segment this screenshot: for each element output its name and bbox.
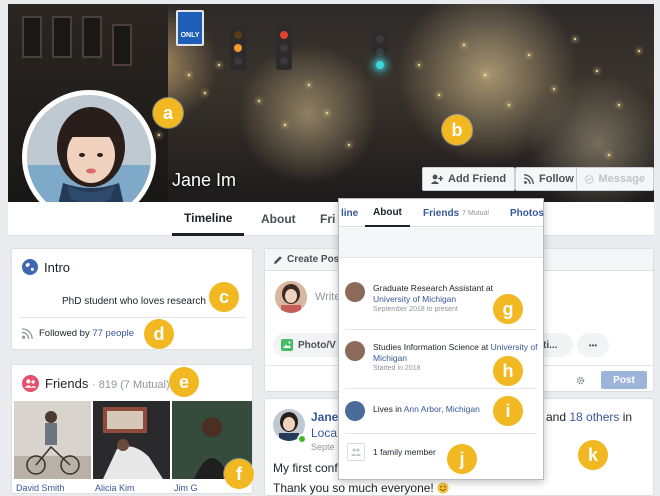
smile-emoji-icon [437, 482, 449, 494]
traffic-light-icon [372, 30, 388, 74]
annotation-badge-f: f [224, 459, 254, 489]
intro-bio: PhD student who loves research [62, 296, 206, 307]
family-icon [347, 443, 365, 461]
friend-name[interactable]: Alicia Kim [95, 483, 135, 493]
add-friend-button[interactable]: Add Friend [422, 167, 516, 191]
post-author-name[interactable]: Jane [311, 410, 338, 424]
about-hover-card: line About Friends 7 Mutual Photos Gradu… [338, 198, 544, 480]
post-text-line: My first conf [273, 461, 338, 475]
annotation-badge-j: j [447, 444, 477, 474]
popup-tab-friends[interactable]: Friends 7 Mutual [423, 199, 489, 227]
city-link[interactable]: Ann Arbor, Michigan [404, 404, 480, 414]
message-button[interactable]: Message [576, 167, 654, 191]
annotation-badge-h: h [493, 356, 523, 386]
friends-card: Friends · 819 (7 Mutual) David Smith Ali… [11, 364, 253, 494]
online-status-dot [297, 434, 307, 444]
tab-timeline[interactable]: Timeline [172, 202, 245, 236]
followed-by-text: Followed by 77 people [39, 328, 135, 339]
post-location[interactable]: Loca [311, 426, 337, 440]
tab-about[interactable]: About [249, 202, 308, 236]
add-friend-icon [431, 174, 443, 184]
home-location-icon [345, 401, 365, 421]
annotation-badge-k: k [578, 440, 608, 470]
annotation-badge-c: c [209, 282, 239, 312]
popup-tab-photos[interactable]: Photos [510, 199, 544, 227]
popup-tab-about[interactable]: About [365, 199, 410, 227]
annotation-badge-a: a [153, 98, 183, 128]
annotation-badge-b: b [442, 115, 472, 145]
pencil-icon [274, 256, 282, 264]
others-link[interactable]: 18 others [569, 410, 619, 424]
school-icon [345, 341, 365, 361]
feeling-activity-button[interactable]: ti... [543, 333, 573, 357]
street-sign-icon: ONLY [176, 10, 204, 46]
profile-name: Jane Im [172, 170, 237, 190]
post-date[interactable]: Septe [311, 442, 335, 452]
friends-title: Friends · 819 (7 Mutual) [45, 376, 170, 391]
friend-photo[interactable] [14, 401, 91, 479]
rss-icon [524, 174, 534, 184]
profile-tab-bar: Timeline About Fri [8, 202, 654, 236]
intro-title: Intro [44, 260, 71, 275]
traffic-light-icon [276, 26, 292, 70]
post-button[interactable]: Post [601, 371, 647, 389]
globe-icon [22, 259, 38, 275]
annotation-badge-d: d [144, 319, 174, 349]
work-icon [345, 282, 365, 302]
rss-icon [22, 328, 33, 339]
gear-icon[interactable] [576, 376, 585, 385]
more-options-button[interactable]: ••• [577, 333, 609, 357]
post-tagged-text: and 18 others in [546, 410, 633, 424]
follow-button[interactable]: Follow [515, 167, 583, 191]
friends-icon [22, 375, 39, 392]
friend-photo[interactable] [93, 401, 170, 479]
annotation-badge-e: e [169, 367, 199, 397]
annotation-badge-g: g [493, 294, 523, 324]
followers-link[interactable]: 77 people [92, 328, 134, 339]
photo-icon [281, 339, 293, 351]
friend-name[interactable]: Jim G [174, 483, 198, 493]
create-post-header[interactable]: Create Post [287, 254, 343, 265]
messenger-icon [585, 174, 594, 184]
post-text-line: Thank you so much everyone! [273, 481, 449, 495]
annotation-badge-i: i [493, 396, 523, 426]
traffic-light-icon [230, 26, 246, 70]
popup-tab-timeline[interactable]: line [341, 199, 358, 227]
friend-name[interactable]: David Smith [16, 483, 65, 493]
composer-input[interactable]: Write [315, 291, 340, 303]
composer-avatar [275, 281, 307, 313]
